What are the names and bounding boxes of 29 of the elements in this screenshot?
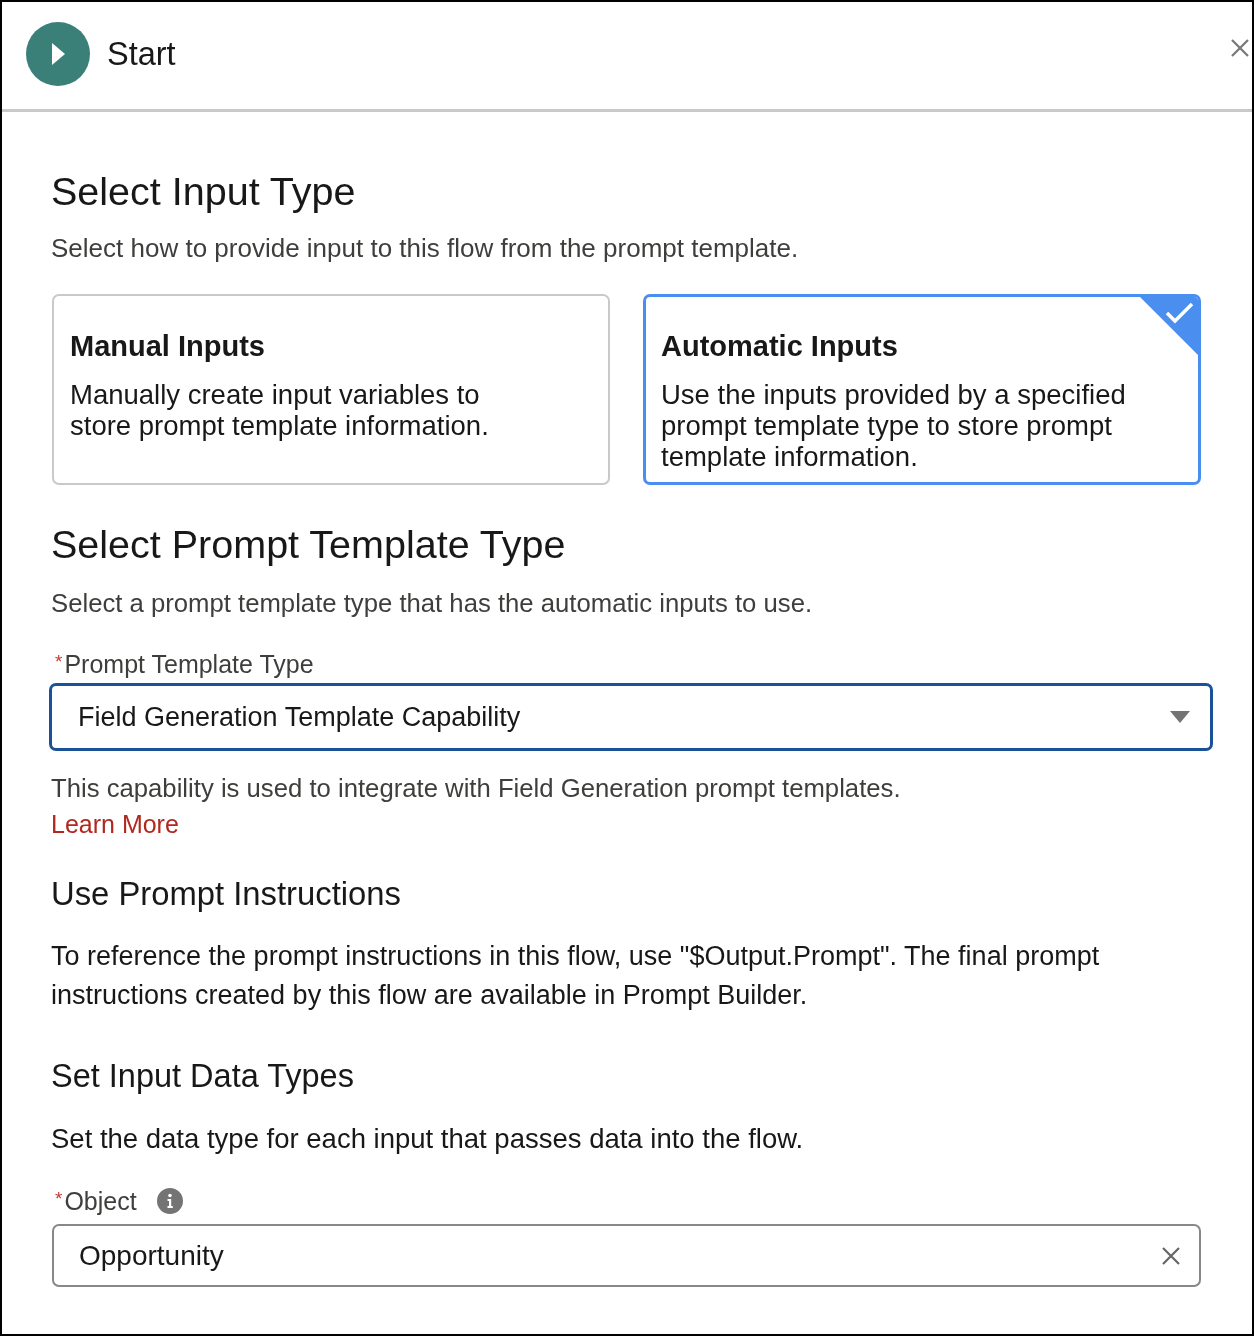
subsection-heading: Set Input Data Types	[51, 1057, 355, 1095]
field-label: Object	[64, 1186, 137, 1216]
subsection-heading: Use Prompt Instructions	[51, 875, 402, 913]
play-icon	[26, 21, 90, 86]
template-type-select[interactable]: Field Generation Template Capability	[49, 683, 1213, 751]
close-icon[interactable]	[1230, 38, 1250, 58]
option-description: Use the inputs provided by a specified prompt template type to store prompt template information.	[661, 379, 1127, 472]
option-card[interactable]: Manual Inputs Manually create input variables to store prompt template information.	[52, 294, 610, 485]
instructions-text: To reference the prompt instructions in this flow, use "$Output.Prompt". The final prompt instructions created by this flow are available in Prompt Builder.	[51, 940, 1101, 1012]
section-heading: Select Prompt Template Type	[51, 521, 567, 567]
learn-more-link[interactable]: Learn More	[51, 809, 179, 839]
field-label: Prompt Template Type	[64, 649, 314, 679]
option-description: Manually create input variables to store prompt template information.	[70, 379, 490, 441]
section-description: Select how to provide input to this flow from the prompt template.	[51, 233, 800, 263]
required-mark: *	[55, 1189, 63, 1208]
info-icon[interactable]	[156, 1188, 183, 1214]
section-description: Select a prompt template type that has the automatic inputs to use.	[51, 588, 814, 618]
window-title: Start	[107, 34, 176, 73]
section-description: Set the data type for each input that passes data into the flow.	[51, 1124, 805, 1154]
required-mark: *	[55, 652, 63, 671]
section-heading: Select Input Type	[51, 168, 357, 214]
option-title: Automatic Inputs	[661, 329, 899, 363]
option-card[interactable]: Automatic Inputs Use the inputs provided by a specified prompt template type to store prompt template information.	[643, 294, 1201, 485]
dropdown-caret-icon	[1170, 711, 1190, 723]
selected-check-icon	[1140, 297, 1198, 355]
clear-icon[interactable]	[1161, 1245, 1181, 1266]
option-title: Manual Inputs	[70, 329, 266, 363]
help-text: This capability is used to integrate with Field Generation prompt templates.	[51, 773, 902, 803]
object-input-field[interactable]: Opportunity	[52, 1224, 1201, 1287]
